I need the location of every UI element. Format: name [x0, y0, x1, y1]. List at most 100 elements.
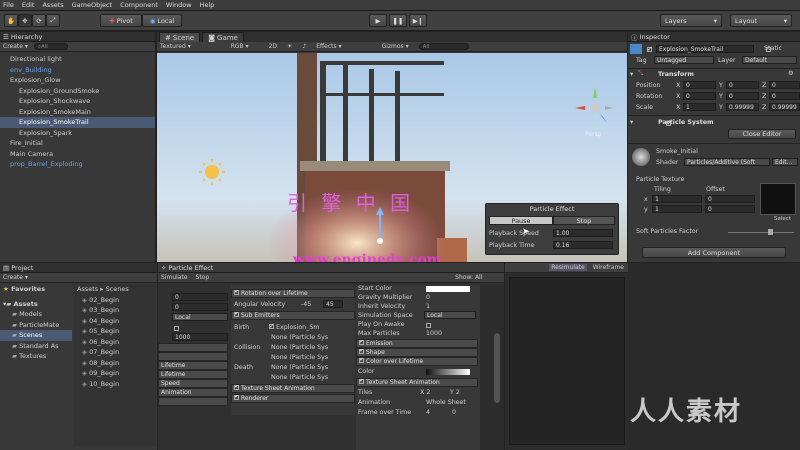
hierarchy-item[interactable]: Explosion_GroundSmoke	[0, 86, 155, 97]
inherit-velocity-field[interactable]: 1	[426, 303, 430, 310]
pivot-toggle[interactable]: ✚ Pivot	[100, 14, 142, 27]
hand-tool-button[interactable]: ✋	[4, 14, 18, 27]
persp-label[interactable]: Persp	[585, 131, 602, 138]
offset-y-field[interactable]: 0	[705, 205, 755, 213]
tiles-x-field[interactable]: X 2	[420, 389, 430, 396]
angular-velocity-min[interactable]: -45	[301, 301, 311, 308]
simulate-button[interactable]: Simulate	[161, 274, 188, 281]
menu-help[interactable]: Help	[200, 1, 215, 9]
breadcrumb-assets[interactable]: Assets	[77, 285, 98, 293]
rotation-checkbox[interactable]	[234, 290, 240, 295]
scrollbar-thumb[interactable]	[494, 333, 500, 403]
particle-system-header[interactable]: Particle System	[658, 119, 714, 126]
death-field[interactable]: None (Particle Sys	[271, 364, 328, 371]
close-editor-button[interactable]: Close Editor	[728, 129, 796, 139]
scale-tool-button[interactable]: ⤢	[46, 14, 60, 27]
left-value-field[interactable]: 0	[172, 303, 228, 311]
left-checkbox[interactable]	[174, 326, 179, 331]
transform-header[interactable]: Transform	[658, 71, 694, 78]
scene-file-item[interactable]: ◈ 04_Begin	[74, 316, 156, 327]
module-emission[interactable]: Emission	[356, 339, 478, 348]
module-lifetime[interactable]: Lifetime	[158, 370, 228, 379]
hierarchy-item[interactable]: Explosion_Shockwave	[0, 96, 155, 107]
birth-field[interactable]: Explosion_Sm	[269, 322, 319, 331]
death-field-2[interactable]: None (Particle Sys	[271, 374, 328, 381]
module-texture-sheet[interactable]: Texture Sheet Animation	[231, 384, 355, 393]
play-on-awake-checkbox[interactable]	[426, 323, 431, 328]
scene-file-item[interactable]: ◈ 03_Begin	[74, 305, 156, 316]
tsa-checkbox[interactable]	[359, 379, 365, 384]
frame-over-time-field[interactable]: 4	[426, 409, 430, 416]
animation-dropdown[interactable]: Whole Sheet	[426, 399, 466, 406]
gizmos-dropdown[interactable]: Gizmos ▾	[382, 43, 409, 50]
shader-edit-button[interactable]: Edit...	[772, 158, 798, 166]
rotate-tool-button[interactable]: ⟳	[32, 14, 46, 27]
gravity-multiplier-field[interactable]: 0	[426, 294, 430, 301]
menu-file[interactable]: File	[3, 1, 14, 9]
hierarchy-item[interactable]: env_Building	[0, 65, 155, 76]
texture-sheet-checkbox[interactable]	[234, 385, 240, 390]
project-folder-item[interactable]: ▰ Models	[0, 309, 72, 320]
local-toggle[interactable]: ◉ Local	[142, 14, 182, 27]
module-animation[interactable]: Animation	[158, 388, 228, 397]
lighting-toggle[interactable]: ☀	[287, 43, 292, 50]
tab-game[interactable]: ◙ Game	[202, 32, 244, 42]
rotation-z-field[interactable]: 0	[769, 92, 800, 100]
playback-time-field[interactable]: 0.16	[553, 241, 613, 249]
project-create-button[interactable]: Create ▾	[3, 274, 28, 281]
left-max-particles[interactable]: 1000	[172, 333, 228, 341]
scrollbar-track[interactable]	[480, 285, 504, 450]
scale-x-field[interactable]: 1	[683, 103, 716, 111]
angular-velocity-max[interactable]: 45	[323, 300, 343, 308]
add-component-button[interactable]: Add Component	[642, 247, 786, 258]
max-particles-field[interactable]: 1000	[426, 330, 442, 337]
texture-select-button[interactable]: Select	[774, 216, 791, 222]
move-tool-button[interactable]: ✥	[18, 14, 32, 27]
hierarchy-item[interactable]: Explosion_SmokeTrail	[0, 117, 155, 128]
tag-dropdown[interactable]: Untagged	[654, 56, 714, 64]
module-color-over-lifetime[interactable]: Color over Lifetime	[356, 357, 478, 366]
renderer-checkbox[interactable]	[234, 395, 240, 400]
settings-icon[interactable]: ⚙	[788, 70, 794, 77]
curve-area[interactable]	[509, 277, 625, 445]
menu-edit[interactable]: Edit	[22, 1, 35, 9]
audio-toggle[interactable]: ♪	[302, 43, 306, 50]
scale-y-field[interactable]: 0.99999	[726, 103, 759, 111]
scene-search-input[interactable]: All	[418, 43, 469, 50]
simulation-space-dropdown[interactable]: Local	[424, 311, 476, 319]
scene-file-item[interactable]: ◈ 06_Begin	[74, 337, 156, 348]
object-name-field[interactable]: Explosion_SmokeTrail	[656, 45, 754, 53]
tiling-y-field[interactable]: 1	[652, 205, 702, 213]
active-checkbox[interactable]	[647, 45, 653, 53]
tab-scene[interactable]: # Scene	[159, 32, 201, 42]
menu-assets[interactable]: Assets	[42, 1, 63, 9]
position-x-field[interactable]: 0	[683, 81, 716, 89]
hierarchy-item[interactable]: Explosion_Spark	[0, 128, 155, 139]
left-simulation-space[interactable]: Local	[172, 313, 228, 321]
stop-button[interactable]: Stop	[553, 216, 615, 225]
effects-dropdown[interactable]: Effects ▾	[316, 43, 341, 50]
frame-over-time-min[interactable]: 0	[452, 409, 456, 416]
color-over-lifetime-checkbox[interactable]	[359, 358, 365, 363]
hierarchy-item[interactable]: Explosion_SmokeMain	[0, 107, 155, 118]
module-rotation-over-lifetime[interactable]: Rotation over Lifetime	[231, 289, 355, 298]
emission-checkbox[interactable]	[359, 340, 365, 345]
module-lifetime[interactable]: Lifetime	[158, 361, 228, 370]
rotation-x-field[interactable]: 0	[683, 92, 716, 100]
hierarchy-item[interactable]: Directional light	[0, 54, 155, 65]
playback-speed-field[interactable]: 1.00	[553, 229, 613, 237]
layers-dropdown[interactable]: Layers ▾	[660, 14, 722, 27]
texture-slot[interactable]	[760, 183, 796, 215]
hierarchy-item[interactable]: Explosion_Glow	[0, 75, 155, 86]
birth-field-2[interactable]: None (Particle Sys	[271, 334, 328, 341]
wireframe-toggle[interactable]: Wireframe	[593, 264, 624, 271]
assets-root-item[interactable]: ▾▰ Assets	[0, 299, 72, 310]
shape-checkbox[interactable]	[359, 349, 365, 354]
breadcrumb-scenes[interactable]: Scenes	[106, 285, 129, 293]
soft-particles-slider[interactable]	[728, 232, 794, 233]
rotation-y-field[interactable]: 0	[726, 92, 759, 100]
tiles-y-field[interactable]: Y 2	[450, 389, 460, 396]
menu-window[interactable]: Window	[166, 1, 192, 9]
collision-field[interactable]: None (Particle Sys	[271, 344, 328, 351]
show-all-dropdown[interactable]: Show: All	[455, 274, 482, 281]
